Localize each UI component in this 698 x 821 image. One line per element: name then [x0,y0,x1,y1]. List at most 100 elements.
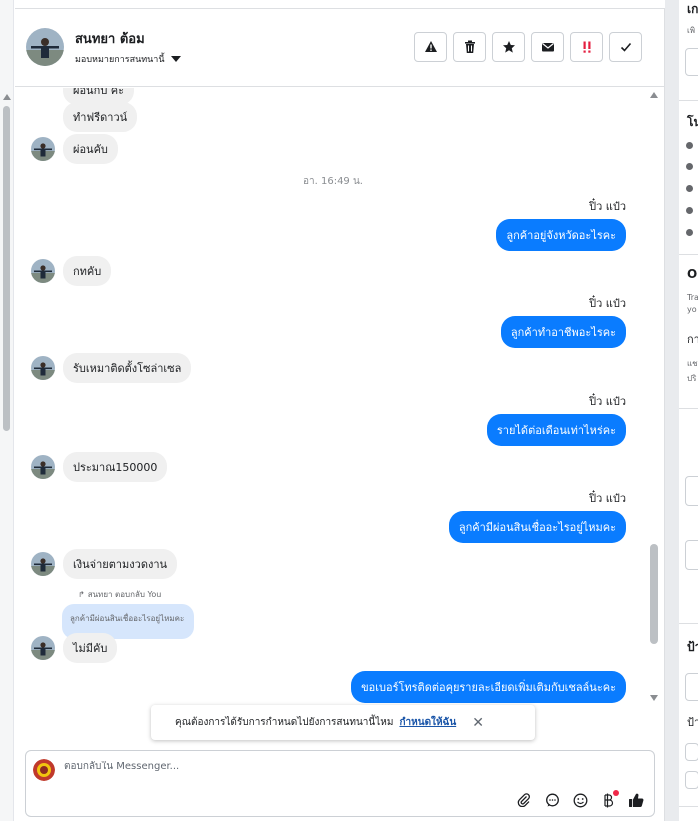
delete-button[interactable] [453,32,486,62]
reply-indicator: ↱ สนทยา ตอบกลับ You [78,590,162,599]
notification-dot [613,790,619,796]
message-incoming: ไม่มีคับ [31,633,118,663]
emoji-button[interactable] [572,792,588,808]
message-outgoing: ปิ๋ว แป๋ว ลูกค้าทำอาชีพอะไรคะ [500,294,626,348]
clock-icon [686,142,693,149]
trash-icon [464,40,475,53]
panel-text: แช [687,359,698,368]
top-divider [15,0,665,9]
spam-button[interactable] [414,32,447,62]
checkbox[interactable] [685,743,698,761]
message-scrollbar[interactable] [648,88,660,705]
divider [679,408,698,409]
panel-input[interactable] [685,476,698,506]
scrollbar-thumb[interactable] [3,106,10,431]
message-bubble[interactable]: ทำฟรีดาวน์ [63,102,138,132]
message-bubble[interactable]: ลูกค้ามีผ่อนสินเชื่ออะไรอยู่ไหมคะ [448,511,626,543]
divider [679,100,698,101]
sender-avatar [31,552,55,576]
check-icon [620,42,631,52]
divider [679,254,698,255]
done-button[interactable] [609,32,642,62]
message-list[interactable]: ผ่อนกี่ปี ค่ะ ทำฟรีดาวน์ ผ่อนคับ อา. 16:… [15,88,651,705]
star-button[interactable] [492,32,525,62]
smiley-icon [573,793,587,807]
message-bubble[interactable]: ขอเบอร์โทรติดต่อคุยรายละเอียดเพิ่มเติมกั… [351,671,626,703]
panel-label: กา [687,333,698,346]
left-scrollbar[interactable] [0,0,14,821]
message-incoming: ประมาณ150000 [31,452,168,482]
scroll-up-arrow-icon[interactable] [3,94,11,100]
panel-input[interactable] [685,540,698,570]
panel-text: ปริ [687,374,697,383]
message-incoming: ผ่อนคับ [31,134,118,164]
contact-name[interactable]: สนทยา ต้อม [75,28,145,49]
follow-up-button[interactable] [570,32,603,62]
panel-text: เพิ [687,26,696,35]
assign-dropdown[interactable]: มอบหมายการสนทนานี้ [75,52,181,66]
sender-avatar [31,636,55,660]
baht-icon [604,793,614,807]
message-incoming: กทคับ [31,256,112,286]
chat-bubble-icon [545,793,559,806]
scroll-up-arrow-icon[interactable] [650,92,658,98]
location-pin-icon [686,207,693,214]
close-icon[interactable]: ✕ [472,715,484,731]
message-outgoing: ปิ๋ว แป๋ว รายได้ต่อเดือนเท่าไหร่คะ [486,392,626,446]
panel-label: ป้า [687,716,698,729]
assign-label: มอบหมายการสนทนานี้ [75,55,165,65]
warning-triangle-icon [424,41,437,52]
assign-prompt-toast: คุณต้องการได้รับการกำหนดไปยังการสนทนานี้… [151,705,535,740]
panel-input[interactable] [685,673,698,701]
composer-tools [516,790,644,808]
sender-avatar [31,137,55,161]
panel-heading: On [687,267,698,281]
payments-button[interactable] [600,790,619,808]
message-bubble[interactable]: ลูกค้าอยู่จังหวัดอะไรคะ [496,219,626,251]
inbox-app: สนทยา ต้อม มอบหมายการสนทนานี้ ผ่อนกี่ปี … [0,0,698,821]
message-bubble[interactable]: รายได้ต่อเดือนเท่าไหร่คะ [486,414,626,446]
message-bubble[interactable]: ประมาณ150000 [63,452,168,482]
scrollbar-thumb[interactable] [650,544,658,644]
message-incoming: รับเหมาติดตั้งโซล่าเซล [31,353,192,383]
message-bubble[interactable]: ลูกค้าทำอาชีพอะไรคะ [500,316,626,348]
checkbox[interactable] [685,771,698,789]
saved-replies-button[interactable] [544,792,560,808]
panel-text: yo [687,305,697,314]
contact-avatar[interactable] [26,28,64,66]
assign-to-me-link[interactable]: กำหนดให้ฉัน [399,715,456,730]
briefcase-icon [686,163,693,170]
message-outgoing: ขอเบอร์โทรติดต่อคุยรายละเอียดเพิ่มเติมกั… [351,671,626,703]
sender-name: ปิ๋ว แป๋ว [589,395,626,408]
reply-input[interactable] [64,761,464,772]
message-bubble[interactable]: กทคับ [63,256,112,286]
message-bubble[interactable]: ไม่มีคับ [63,633,118,663]
divider [679,806,698,807]
conversation-header: สนทยา ต้อม มอบหมายการสนทนานี้ [15,9,665,87]
sender-name: ปิ๋ว แป๋ว [589,200,626,213]
message-incoming: เงินจ่ายตามงวดงาน [31,549,178,579]
sender-name: ปิ๋ว แป๋ว [589,492,626,505]
conversation-panel: สนทยา ต้อม มอบหมายการสนทนานี้ ผ่อนกี่ปี … [15,0,665,821]
sender-avatar [31,356,55,380]
attachment-button[interactable] [516,792,532,808]
panel-heading: โน [687,115,698,129]
message-outgoing: ปิ๋ว แป๋ว ลูกค้ามีผ่อนสินเชื่ออะไรอยู่ไห… [448,489,626,543]
reply-arrow-icon: ↱ [78,590,85,599]
message-bubble[interactable]: ผ่อนคับ [63,134,118,164]
mark-unread-button[interactable] [531,32,564,62]
message-bubble[interactable]: รับเหมาติดตั้งโซล่าเซล [63,353,192,383]
sender-avatar [31,259,55,283]
contact-details-panel: เก เพิ โน On Tra yo กา แช ปริ ป้า ป้า [679,0,698,821]
sender-avatar [31,455,55,479]
message-timestamp: อา. 16:49 น. [303,176,363,187]
like-button[interactable] [628,792,644,808]
caret-down-icon [170,56,181,62]
page-avatar [33,759,55,781]
scroll-down-arrow-icon[interactable] [650,695,658,701]
panel-input[interactable] [685,48,698,76]
envelope-icon [541,43,554,52]
exclamation-icon [583,41,590,53]
star-icon [502,41,515,53]
message-bubble[interactable]: เงินจ่ายตามงวดงาน [63,549,178,579]
